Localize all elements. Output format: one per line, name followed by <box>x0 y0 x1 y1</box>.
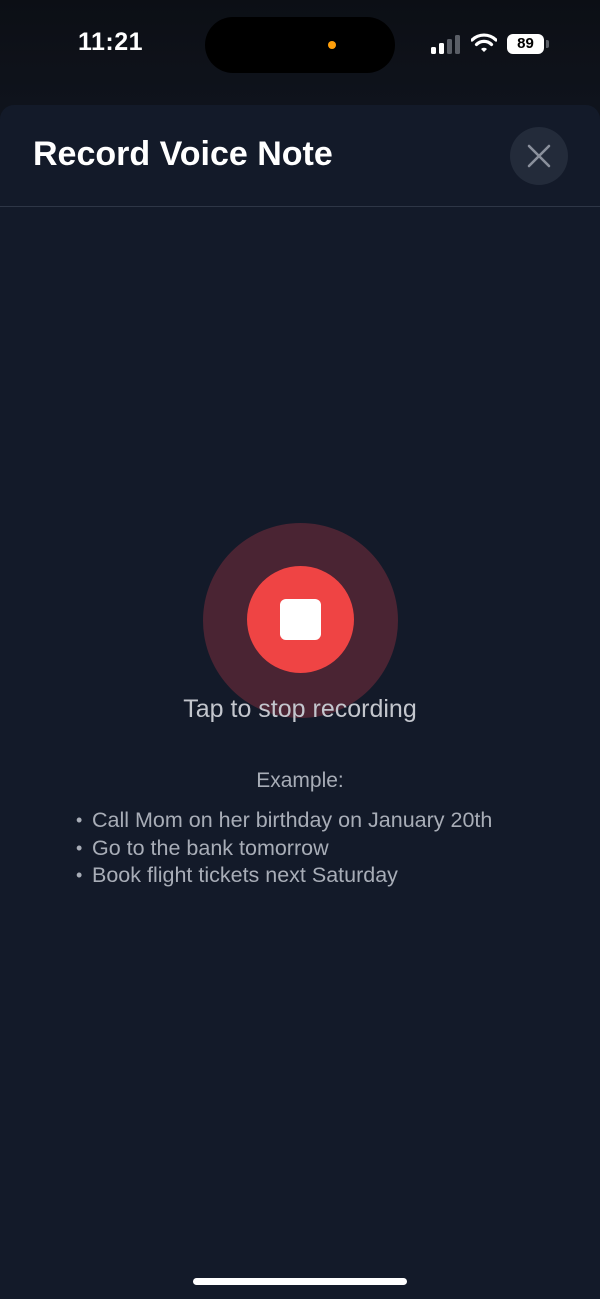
record-voice-note-sheet: Record Voice Note Tap to stop recording … <box>0 105 600 1299</box>
status-time: 11:21 <box>78 28 144 56</box>
battery-icon: 89 <box>507 34 544 54</box>
signal-icon <box>431 34 461 54</box>
wifi-icon <box>471 33 497 52</box>
example-text: Go to the bank tomorrow <box>92 835 329 860</box>
microphone-in-use-indicator <box>328 41 336 49</box>
example-list: • Call Mom on her birthday on January 20… <box>76 807 492 890</box>
status-bar: 11:21 89 <box>0 0 600 90</box>
bullet: • <box>76 810 83 830</box>
dynamic-island <box>205 17 395 73</box>
close-button[interactable] <box>510 127 568 185</box>
example-label: Example: <box>256 769 344 792</box>
example-item: • Go to the bank tomorrow <box>76 835 492 863</box>
example-item: • Call Mom on her birthday on January 20… <box>76 807 492 835</box>
stop-icon <box>280 599 321 640</box>
voice-note-screen: 11:21 89 Record Voice Note Tap to stop r… <box>0 0 600 1299</box>
example-text: Book flight tickets next Saturday <box>92 863 398 887</box>
sheet-title: Record Voice Note <box>33 135 333 173</box>
home-indicator[interactable] <box>193 1278 407 1285</box>
stop-recording-button[interactable] <box>247 566 354 673</box>
example-text: Call Mom on her birthday on January 20th <box>92 808 493 832</box>
sheet-header: Record Voice Note <box>0 105 600 207</box>
example-item: • Book flight tickets next Saturday <box>76 862 492 890</box>
bullet: • <box>76 865 83 885</box>
close-icon <box>527 144 551 168</box>
bullet: • <box>76 837 83 858</box>
battery-cap <box>546 40 549 48</box>
recording-instruction: Tap to stop recording <box>183 695 417 723</box>
